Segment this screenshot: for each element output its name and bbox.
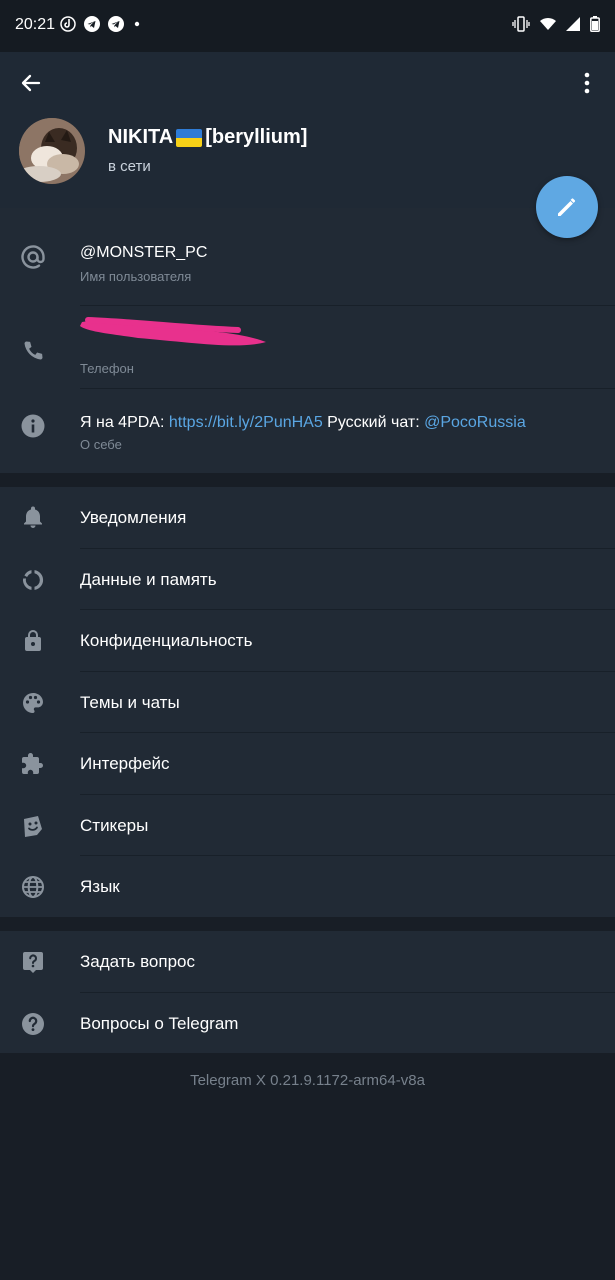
dot-icon	[134, 21, 140, 27]
settings-section: Уведомления Данные и память Конфиденциал…	[0, 487, 615, 917]
bio-row[interactable]: Я на 4PDA: https://bit.ly/2PunHA5 Русски…	[0, 389, 615, 473]
back-arrow-icon[interactable]	[16, 68, 46, 98]
name-text: NIKITA	[108, 126, 174, 148]
wifi-icon	[540, 17, 556, 30]
menu-item-themes[interactable]: Темы и чаты	[0, 672, 615, 734]
bell-icon	[24, 506, 42, 528]
profile-header: NIKITA [beryllium] в сети	[0, 52, 615, 208]
help-circle-icon	[22, 1013, 44, 1035]
signal-icon	[566, 17, 580, 31]
menu-label: Интерфейс	[80, 754, 170, 773]
username-label: Имя пользователя	[80, 269, 192, 284]
system-icons	[512, 16, 600, 32]
menu-item-telegram-faq[interactable]: Вопросы о Telegram	[0, 993, 615, 1055]
menu-item-language[interactable]: Язык	[0, 856, 615, 918]
data-usage-icon	[22, 570, 44, 590]
menu-label: Уведомления	[80, 508, 187, 527]
menu-label: Темы и чаты	[80, 693, 180, 712]
status-time: 20:21	[15, 16, 56, 33]
info-icon	[21, 414, 45, 438]
battery-icon	[590, 16, 600, 32]
profile-name: NIKITA [beryllium]	[108, 126, 307, 149]
menu-label: Конфиденциальность	[80, 631, 253, 650]
vibrate-icon	[512, 16, 530, 32]
puzzle-icon	[22, 753, 43, 774]
menu-item-privacy[interactable]: Конфиденциальность	[0, 610, 615, 672]
menu-item-data-storage[interactable]: Данные и память	[0, 549, 615, 611]
palette-icon	[23, 693, 43, 713]
lock-icon	[25, 630, 41, 651]
cat-photo	[19, 118, 85, 184]
help-section: Задать вопрос Вопросы о Telegram	[0, 931, 615, 1053]
bio-link-poco-russia[interactable]: @PocoRussia	[424, 414, 526, 431]
telegram-notification-icon	[84, 16, 100, 32]
avatar[interactable]	[19, 118, 85, 184]
name-suffix: [beryllium]	[205, 126, 308, 148]
ukraine-flag-icon	[176, 128, 203, 147]
status-bar: 20:21	[0, 0, 615, 52]
menu-label: Данные и память	[80, 570, 217, 589]
telegram-notification-icon	[108, 16, 124, 32]
edit-profile-button[interactable]	[536, 176, 598, 238]
menu-item-ask-question[interactable]: Задать вопрос	[0, 931, 615, 993]
menu-label: Вопросы о Telegram	[80, 1014, 239, 1033]
username-value: @MONSTER_PC	[80, 244, 208, 261]
sticker-icon	[24, 816, 42, 837]
online-status: в сети	[108, 158, 151, 175]
notification-icons	[60, 16, 142, 32]
menu-item-stickers[interactable]: Стикеры	[0, 795, 615, 857]
menu-label: Стикеры	[80, 816, 149, 835]
bio-prefix: Я на 4PDA:	[80, 414, 169, 431]
menu-item-interface[interactable]: Интерфейс	[0, 733, 615, 795]
globe-icon	[22, 876, 44, 898]
question-bubble-icon	[23, 952, 43, 973]
more-vertical-icon[interactable]	[575, 68, 599, 98]
menu-label: Язык	[80, 877, 120, 896]
bio-middle: Русский чат:	[322, 414, 425, 431]
pencil-icon	[558, 198, 576, 216]
phone-label: Телефон	[80, 361, 134, 376]
bio-link-4pda[interactable]: https://bit.ly/2PunHA5	[169, 414, 323, 431]
tiktok-icon	[60, 16, 76, 32]
username-row[interactable]: @MONSTER_PC Имя пользователя	[0, 208, 615, 305]
bio-value: Я на 4PDA: https://bit.ly/2PunHA5 Русски…	[80, 414, 526, 432]
menu-label: Задать вопрос	[80, 952, 195, 971]
menu-item-notifications[interactable]: Уведомления	[0, 487, 615, 549]
phone-icon	[24, 341, 43, 360]
app-version: Telegram X 0.21.9.1172-arm64-v8a	[190, 1072, 425, 1089]
at-sign-icon	[21, 245, 45, 269]
bio-label: О себе	[80, 437, 122, 452]
redaction-scribble	[80, 317, 266, 346]
